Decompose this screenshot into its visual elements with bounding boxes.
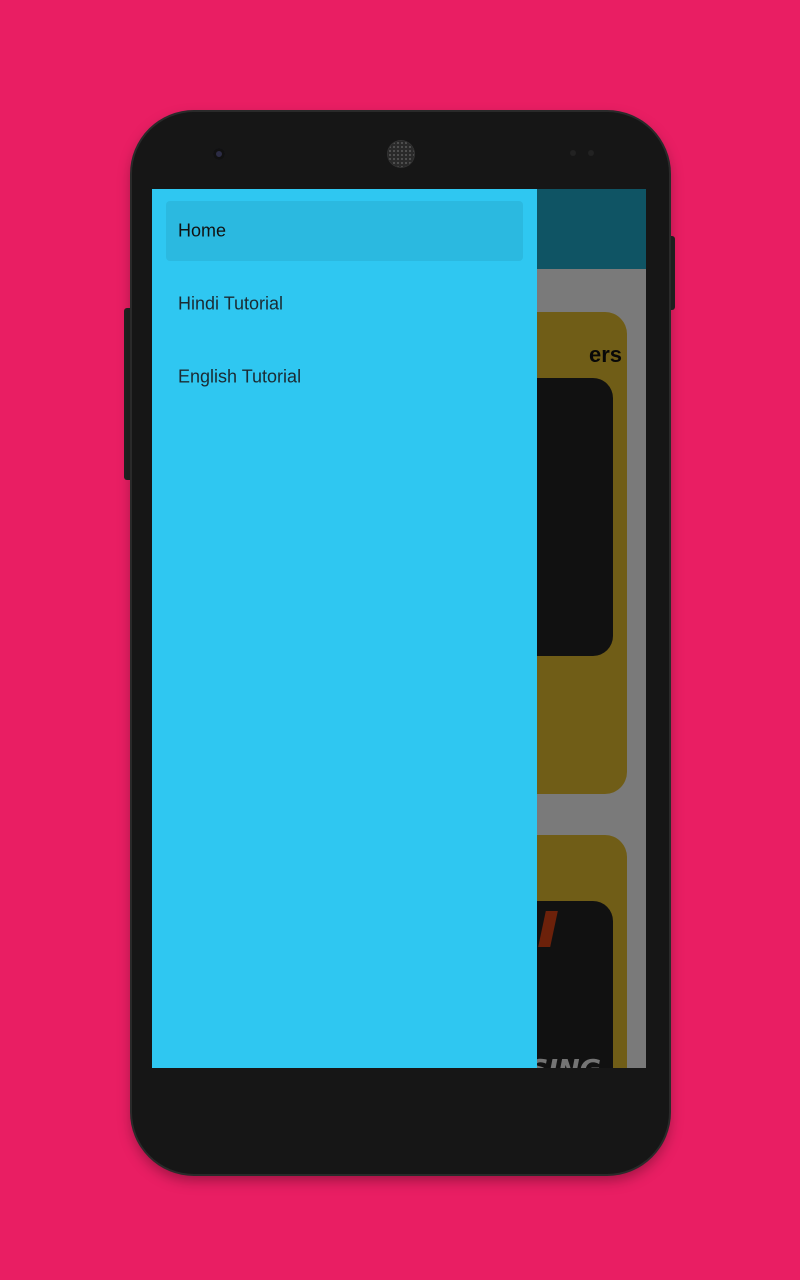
- navigation-drawer: Home Hindi Tutorial English Tutorial: [152, 189, 537, 1068]
- light-sensor: [588, 150, 594, 156]
- app-screen: ers USING Home Hindi Tutorial English Tu…: [152, 189, 646, 1068]
- nav-item-hindi-tutorial[interactable]: Hindi Tutorial: [166, 274, 523, 334]
- earpiece-speaker-icon: [388, 141, 414, 167]
- proximity-sensor: [570, 150, 576, 156]
- nav-item-label: Hindi Tutorial: [178, 293, 284, 314]
- nav-item-label: Home: [178, 220, 227, 241]
- nav-item-home[interactable]: Home: [166, 201, 523, 261]
- front-camera-icon: [213, 148, 225, 160]
- nav-item-english-tutorial[interactable]: English Tutorial: [166, 347, 523, 407]
- nav-item-label: English Tutorial: [178, 366, 302, 387]
